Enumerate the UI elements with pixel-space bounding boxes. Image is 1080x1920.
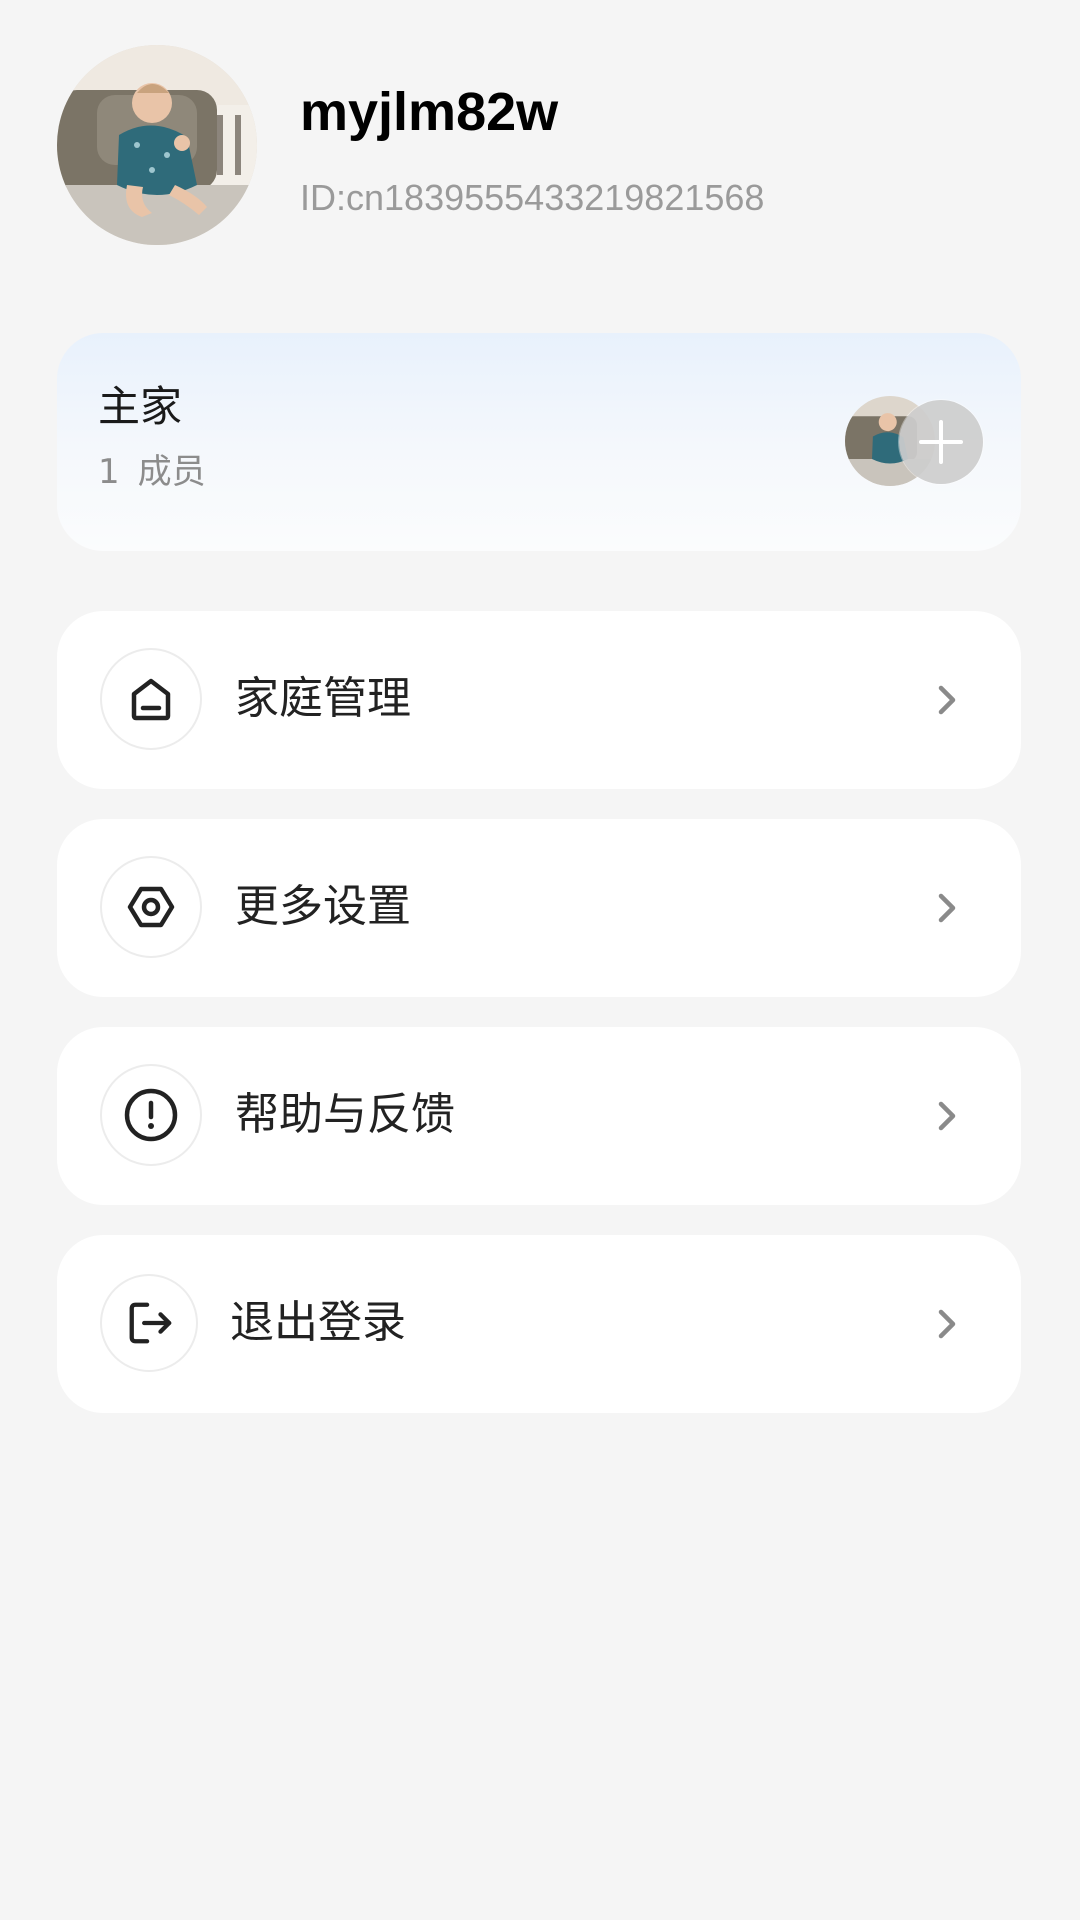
chevron-right-icon: [938, 1101, 956, 1131]
logout-icon: [100, 1274, 198, 1372]
menu-item-help-feedback[interactable]: 帮助与反馈: [57, 1027, 1021, 1205]
profile-page: myjlm82w ID:cn1839555433219821568 主家 1 成员: [0, 0, 1080, 1920]
username: myjlm82w: [300, 82, 559, 142]
menu-item-more-settings[interactable]: 更多设置: [57, 819, 1021, 997]
menu-item-label: 退出登录: [230, 1297, 406, 1348]
hexagon-settings-icon: [100, 856, 202, 958]
exclamation-circle-icon: [100, 1064, 202, 1166]
chevron-right-icon: [938, 893, 956, 923]
menu-item-label: 更多设置: [235, 881, 411, 932]
menu-item-home-management[interactable]: 家庭管理: [57, 611, 1021, 789]
home-member-count: 1 成员: [98, 451, 206, 493]
home-icon: [100, 648, 202, 750]
member-count-label: 成员: [137, 452, 206, 492]
menu-item-label: 家庭管理: [235, 673, 411, 724]
plus-icon: [919, 420, 963, 464]
chevron-right-icon: [938, 1309, 956, 1339]
menu-item-label: 帮助与反馈: [235, 1089, 455, 1140]
user-id: ID:cn1839555433219821568: [300, 177, 765, 218]
chevron-right-icon: [938, 685, 956, 715]
menu-item-logout[interactable]: 退出登录: [57, 1235, 1021, 1413]
avatar[interactable]: [57, 45, 257, 245]
home-name: 主家: [98, 382, 183, 431]
home-card[interactable]: 主家 1 成员: [57, 333, 1021, 551]
add-member-button[interactable]: [899, 400, 983, 484]
member-count-value: 1: [98, 452, 120, 492]
